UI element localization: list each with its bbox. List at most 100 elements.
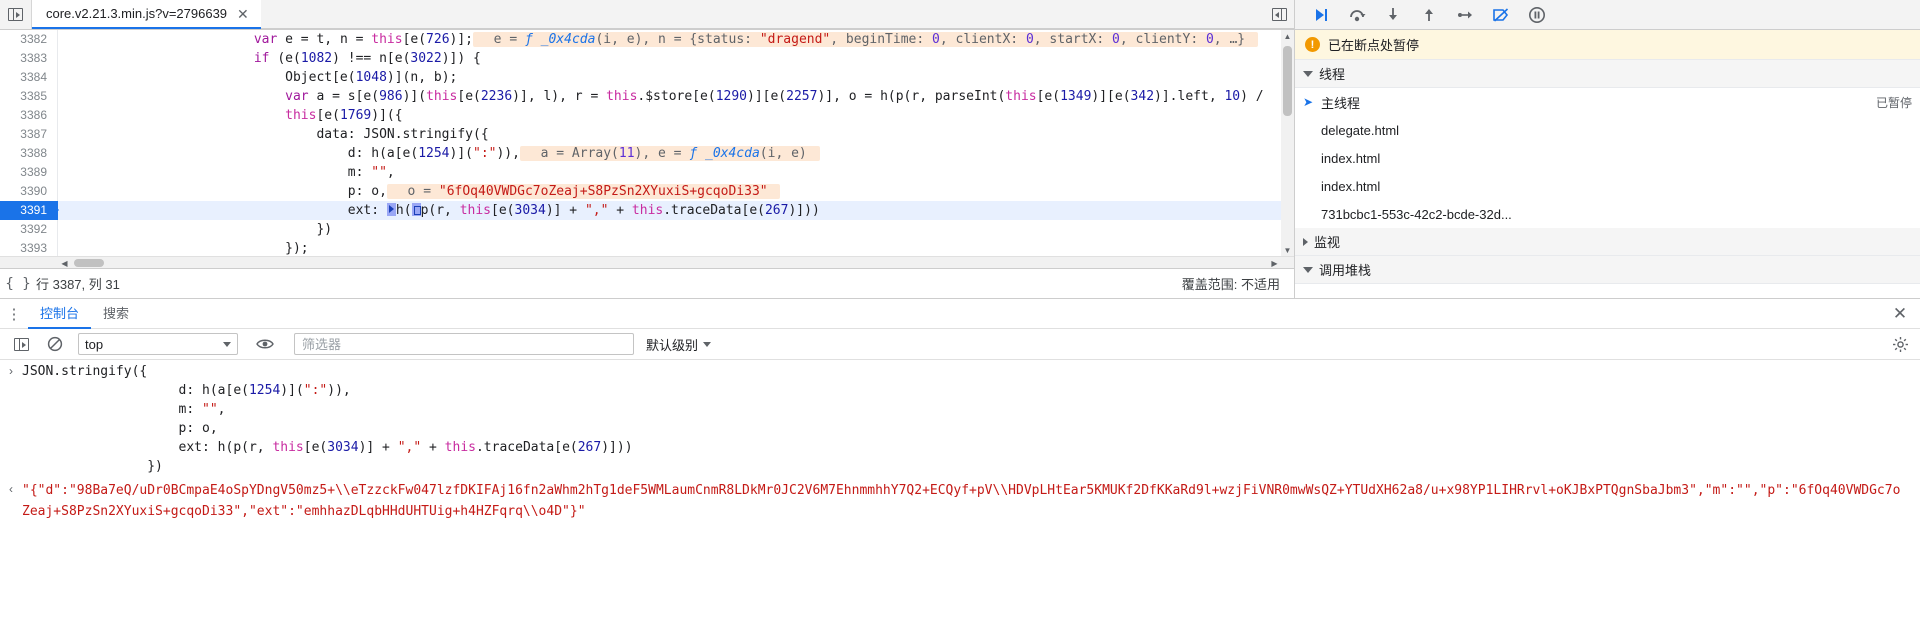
step-over-icon: [1350, 9, 1366, 21]
tab-console[interactable]: 控制台: [28, 299, 92, 329]
console-level-value: 默认级别: [646, 337, 699, 353]
close-drawer-icon[interactable]: ✕: [1880, 304, 1920, 324]
line-number[interactable]: 3389: [0, 163, 58, 182]
code-line[interactable]: 3386 this[e(1769)]({: [0, 106, 1294, 125]
console-tabbar: ⋮ 控制台 搜索 ✕: [0, 299, 1920, 329]
inline-evaluation: a = Array(11), e = ƒ _0x4cda(i, e): [519, 146, 820, 161]
code-line-active[interactable]: 3391 ext: h(p(r, this[e(3034)] + "," + t…: [0, 201, 1294, 220]
vertical-scroll-thumb[interactable]: [1283, 46, 1292, 116]
thread-item[interactable]: ➤ 主线程 已暂停: [1295, 88, 1920, 116]
callstack-section-header[interactable]: 调用堆栈: [1295, 256, 1920, 284]
chevron-down-icon: [703, 341, 712, 347]
line-number[interactable]: 3392: [0, 220, 58, 239]
show-debugger-sidebar-button[interactable]: [1264, 0, 1294, 29]
thread-name: index.html: [1321, 150, 1381, 166]
threads-section-label: 线程: [1319, 67, 1346, 82]
resume-button[interactable]: [1303, 0, 1339, 30]
editor-horizontal-scrollbar[interactable]: ◀ ▶: [0, 256, 1294, 268]
code-line[interactable]: 3382 var e = t, n = this[e(726)]; e = ƒ …: [0, 30, 1294, 49]
chevron-down-icon: [1303, 266, 1313, 273]
console-input-entry[interactable]: › JSON.stringify({ d: h(a[e(1254)](":")),…: [0, 360, 1920, 478]
code-line[interactable]: 3388 d: h(a[e(1254)](":")), a = Array(11…: [0, 144, 1294, 163]
pretty-print-button[interactable]: { }: [0, 276, 36, 292]
chevron-down-icon: [223, 341, 231, 347]
code-line[interactable]: 3392 }): [0, 220, 1294, 239]
source-editor: 3382 var e = t, n = this[e(726)]; e = ƒ …: [0, 30, 1295, 298]
breakpoint-marker-icon[interactable]: [0, 201, 59, 220]
line-number[interactable]: 3383: [0, 49, 58, 68]
line-number[interactable]: 3393: [0, 239, 58, 256]
code-line[interactable]: 3387 data: JSON.stringify({: [0, 125, 1294, 144]
console-settings-eye-button[interactable]: [248, 329, 282, 360]
step-into-button[interactable]: [1375, 0, 1411, 30]
thread-item[interactable]: index.html: [1295, 144, 1920, 172]
step-icon: [1458, 11, 1472, 18]
more-tools-icon[interactable]: ⋮: [0, 305, 28, 323]
step-button[interactable]: [1447, 0, 1483, 30]
code-line[interactable]: 3385 var a = s[e(986)](this[e(2236)], l)…: [0, 87, 1294, 106]
thread-item[interactable]: delegate.html: [1295, 116, 1920, 144]
tab-core-js[interactable]: core.v2.21.3.min.js?v=2796639 ✕: [32, 0, 261, 29]
console-settings-button[interactable]: [1880, 336, 1920, 353]
code-line[interactable]: 3393 });: [0, 239, 1294, 256]
step-out-button[interactable]: [1411, 0, 1447, 30]
line-number[interactable]: 3385: [0, 87, 58, 106]
pause-icon: [1529, 6, 1545, 23]
chevron-down-icon: [1303, 70, 1313, 77]
code-text: Object[e(1048)](n, b);: [66, 70, 458, 85]
execution-context-select[interactable]: top: [78, 333, 238, 355]
close-icon[interactable]: ✕: [235, 7, 251, 21]
line-number[interactable]: 3387: [0, 125, 58, 144]
scroll-up-icon[interactable]: ▲: [1281, 30, 1294, 42]
step-over-button[interactable]: [1339, 0, 1375, 30]
console-output[interactable]: › JSON.stringify({ d: h(a[e(1254)](":")),…: [0, 360, 1920, 637]
tab-search[interactable]: 搜索: [91, 299, 141, 329]
navigator-panel-icon: [8, 8, 23, 21]
scroll-right-icon[interactable]: ▶: [1268, 257, 1281, 269]
code-text: ext: h(p(r, this[e(3034)] + "," + this.t…: [58, 201, 1294, 220]
thread-item[interactable]: index.html: [1295, 172, 1920, 200]
tabstrip-spacer: [260, 0, 1264, 29]
code-line[interactable]: 3384 Object[e(1048)](n, b);: [0, 68, 1294, 87]
scroll-down-icon[interactable]: ▼: [1281, 244, 1294, 256]
console-result-text: "{"d":"98Ba7eQ/uDr0BCmpaE4oSpYDngV50mz5+…: [22, 483, 1901, 519]
deactivate-breakpoints-button[interactable]: [1483, 0, 1519, 30]
console-output-entry[interactable]: ‹ "{"d":"98Ba7eQ/uDr0BCmpaE4oSpYDngV50mz5…: [0, 478, 1920, 524]
scroll-left-icon[interactable]: ◀: [58, 257, 71, 269]
code-area[interactable]: 3382 var e = t, n = this[e(726)]; e = ƒ …: [0, 30, 1294, 256]
line-number[interactable]: 3382: [0, 30, 58, 49]
thread-name: 主线程: [1321, 95, 1361, 111]
step-out-icon: [1425, 8, 1433, 21]
editor-status-bar: { } 行 3387, 列 31 覆盖范围: 不适用: [0, 268, 1294, 298]
debugger-panel-icon: [1271, 7, 1287, 21]
console-sidebar-toggle-button[interactable]: [4, 329, 38, 360]
thread-name: delegate.html: [1321, 122, 1400, 138]
watch-section-header[interactable]: 监视: [1295, 228, 1920, 256]
console-prompt-icon: ›: [9, 364, 13, 378]
step-marker-icon: [411, 203, 421, 216]
pause-on-exceptions-button[interactable]: [1519, 0, 1555, 30]
threads-section-header[interactable]: 线程: [1295, 60, 1920, 88]
code-line[interactable]: 3390 p: o, o = "6fOq40VWDGc7oZeaj+S8PzSn…: [0, 182, 1294, 201]
line-number[interactable]: 3386: [0, 106, 58, 125]
code-text: if (e(1082) !== n[e(3022)]) {: [253, 51, 481, 66]
thread-item[interactable]: 731bcbc1-553c-42c2-bcde-32d...: [1295, 200, 1920, 228]
code-line[interactable]: 3383 if (e(1082) !== n[e(3022)]) {: [0, 49, 1294, 68]
line-number[interactable]: 3384: [0, 68, 58, 87]
line-number[interactable]: 3388: [0, 144, 58, 163]
clear-console-icon: [47, 336, 63, 352]
top-row: core.v2.21.3.min.js?v=2796639 ✕: [0, 0, 1920, 30]
step-into-icon: [1389, 7, 1397, 20]
watch-section-label: 监视: [1314, 235, 1341, 250]
show-navigator-button[interactable]: [0, 0, 32, 29]
deactivate-breakpoints-icon: [1493, 7, 1509, 22]
horizontal-scroll-thumb[interactable]: [74, 259, 104, 267]
current-thread-arrow-icon: ➤: [1303, 95, 1314, 109]
clear-console-button[interactable]: [38, 329, 72, 360]
console-level-select[interactable]: 默认级别: [646, 335, 712, 354]
console-sidebar-icon: [13, 337, 29, 351]
line-number[interactable]: 3390: [0, 182, 58, 201]
editor-vertical-scrollbar[interactable]: ▲ ▼: [1281, 30, 1294, 256]
code-line[interactable]: 3389 m: "",: [0, 163, 1294, 182]
console-filter-input[interactable]: [294, 333, 634, 355]
